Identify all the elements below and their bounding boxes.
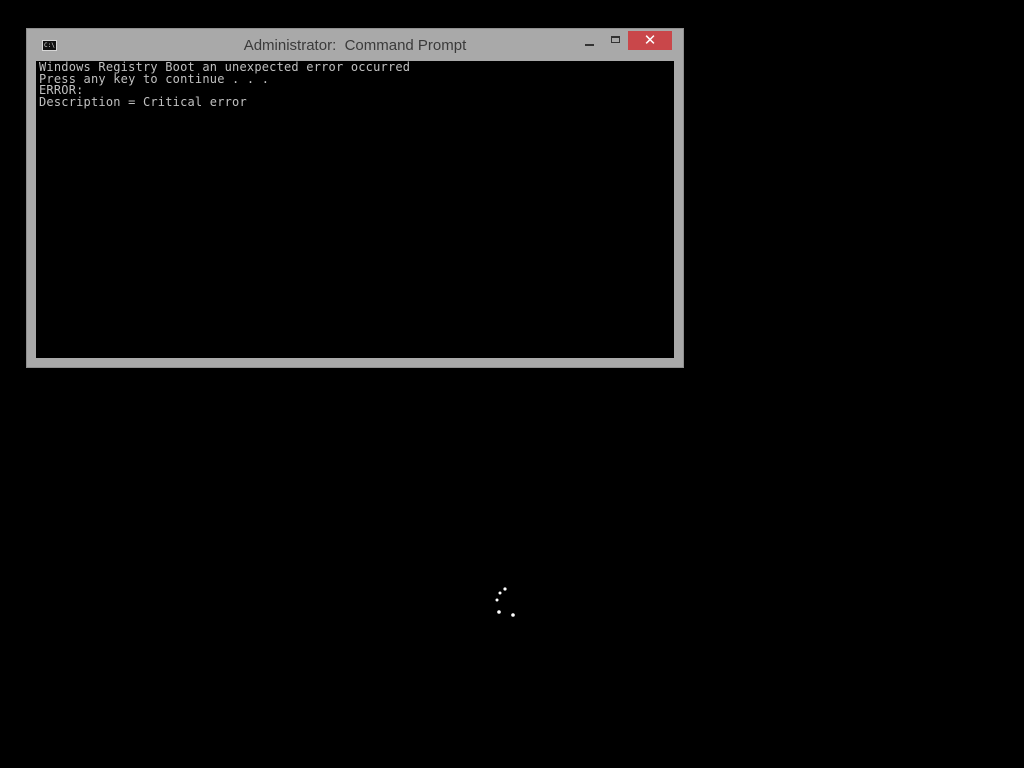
minimize-icon	[585, 44, 594, 46]
console-output[interactable]: Windows Registry Boot an unexpected erro…	[36, 61, 674, 358]
maximize-button[interactable]	[603, 31, 629, 51]
close-button[interactable]: ✕	[628, 31, 672, 50]
minimize-button[interactable]	[577, 31, 603, 51]
desktop-screen: C:\ Administrator: Command Prompt ✕ Wind…	[0, 0, 1024, 768]
console-text: Windows Registry Boot an unexpected erro…	[36, 61, 674, 109]
close-icon: ✕	[643, 31, 657, 49]
console-line: Description = Critical error	[39, 95, 247, 110]
console-line: Press any key to continue . . .	[39, 71, 270, 86]
loading-spinner-icon	[495, 587, 515, 617]
window-titlebar[interactable]: C:\ Administrator: Command Prompt ✕	[27, 29, 683, 61]
command-prompt-window[interactable]: C:\ Administrator: Command Prompt ✕ Wind…	[26, 28, 684, 368]
maximize-icon	[611, 36, 620, 43]
